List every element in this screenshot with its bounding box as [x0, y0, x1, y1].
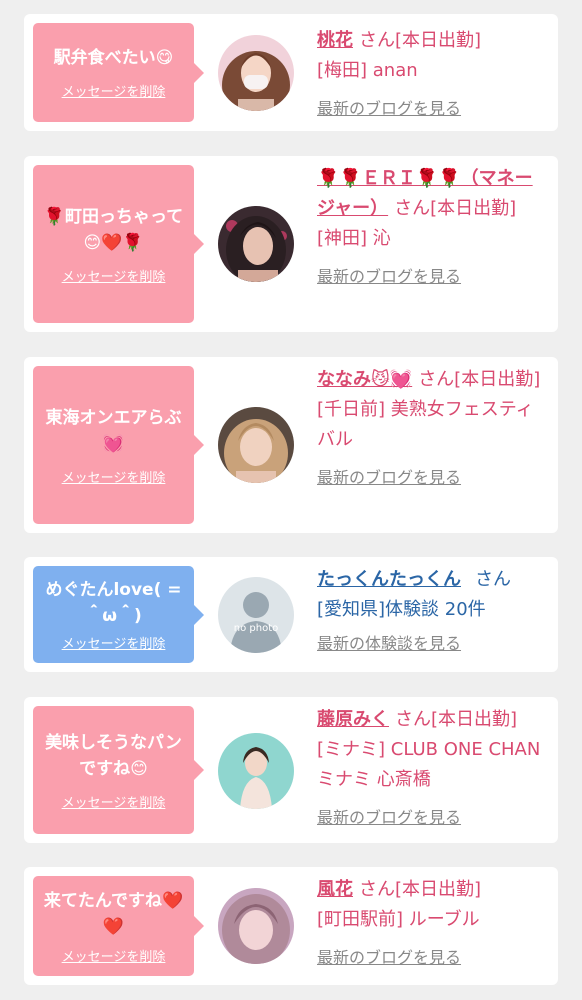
delete-message-link[interactable]: メッセージを削除: [62, 467, 166, 486]
no-photo-silhouette-icon: [218, 577, 294, 653]
profile-info: 藤原みく さん[本日出勤] [ミナミ] CLUB ONE CHAN ミナミ 心斎橋…: [317, 705, 549, 833]
delete-message-link[interactable]: メッセージを削除: [62, 792, 166, 811]
delete-message-link[interactable]: メッセージを削除: [62, 81, 166, 100]
profile-info: 🌹🌹ＥＲＩ🌹🌹（マネージャー） さん[本日出勤] [神田] 沁 最新のブログを見る: [317, 164, 549, 292]
delete-message-link[interactable]: メッセージを削除: [62, 266, 166, 285]
delete-message-link[interactable]: メッセージを削除: [62, 946, 166, 965]
shop-text: [ミナミ] CLUB ONE CHAN ミナミ 心斎橋: [317, 739, 541, 790]
message-card: 東海オンエアらぶ💓 メッセージを削除 ななみ😼💓 さん[本日出勤] [千日前] 美…: [24, 357, 558, 533]
latest-blog-link[interactable]: 最新のブログを見る: [317, 943, 549, 973]
shop-text: [梅田] anan: [317, 60, 418, 81]
message-card: 来てたんですね❤️❤️ メッセージを削除 風花 さん[本日出勤] [町田駅前] ル…: [24, 867, 558, 985]
delete-message-link[interactable]: メッセージを削除: [62, 633, 166, 652]
latest-blog-link[interactable]: 最新のブログを見る: [317, 463, 549, 493]
status-text: さん: [475, 569, 511, 590]
message-bubble: 🌹町田っちゃって😊❤️🌹 メッセージを削除: [33, 165, 204, 323]
avatar[interactable]: no photo: [218, 577, 294, 653]
no-photo-text: no photo: [233, 623, 279, 634]
message-bubble: 来てたんですね❤️❤️ メッセージを削除: [33, 876, 204, 976]
message-card: 🌹町田っちゃって😊❤️🌹 メッセージを削除 🌹🌹ＥＲＩ🌹🌹（マネージャー） さん[…: [24, 156, 558, 332]
shop-text: [千日前] 美熟女フェスティバル: [317, 399, 534, 450]
message-card: 美味しそうなパンですね😊 メッセージを削除 藤原みく さん[本日出勤] [ミナミ]…: [24, 697, 558, 843]
status-text: さん[本日出勤]: [418, 369, 541, 390]
status-text: さん[本日出勤]: [359, 879, 482, 900]
message-text: 駅弁食べたい😋: [53, 48, 174, 68]
message-text: 🌹町田っちゃって😊❤️🌹: [43, 206, 184, 253]
woman-photo-icon: [218, 206, 294, 282]
profile-name-link[interactable]: 風花: [317, 879, 353, 900]
message-card: 駅弁食べたい😋 メッセージを削除 桃花 さん[本日出勤] [梅田] anan 最新…: [24, 14, 558, 131]
woman-photo-icon: [218, 407, 294, 483]
avatar[interactable]: [218, 35, 294, 111]
message-bubble: 美味しそうなパンですね😊 メッセージを削除: [33, 706, 204, 834]
message-text: めぐたんlove( = ＾ω＾): [45, 580, 182, 626]
status-text: さん[本日出勤]: [394, 198, 517, 219]
profile-info: 風花 さん[本日出勤] [町田駅前] ルーブル 最新のブログを見る: [317, 875, 549, 973]
message-bubble: 駅弁食べたい😋 メッセージを削除: [33, 23, 204, 122]
profile-info: ななみ😼💓 さん[本日出勤] [千日前] 美熟女フェスティバル 最新のブログを見る: [317, 365, 549, 493]
message-text: 来てたんですね❤️❤️: [43, 890, 184, 937]
woman-photo-icon: [218, 733, 294, 809]
status-text: さん[本日出勤]: [395, 709, 518, 730]
profile-name-link[interactable]: ななみ😼💓: [317, 369, 412, 390]
woman-with-mask-photo-icon: [218, 35, 294, 111]
avatar[interactable]: [218, 407, 294, 483]
status-text: さん[本日出勤]: [359, 30, 482, 51]
avatar[interactable]: [218, 888, 294, 964]
message-bubble: めぐたんlove( = ＾ω＾) メッセージを削除: [33, 566, 204, 663]
latest-review-link[interactable]: 最新の体験談を見る: [317, 629, 549, 659]
message-text: 美味しそうなパンですね😊: [45, 732, 182, 779]
profile-info: 桃花 さん[本日出勤] [梅田] anan 最新のブログを見る: [317, 26, 549, 124]
shop-text: [神田] 沁: [317, 228, 391, 249]
profile-name-link[interactable]: 桃花: [317, 30, 353, 51]
profile-name-link[interactable]: 藤原みく: [317, 709, 389, 730]
review-count-text: [愛知県]体験談 20件: [317, 599, 486, 620]
latest-blog-link[interactable]: 最新のブログを見る: [317, 262, 549, 292]
message-card: めぐたんlove( = ＾ω＾) メッセージを削除 no photo たっくんた…: [24, 557, 558, 672]
woman-photo-icon: [218, 888, 294, 964]
latest-blog-link[interactable]: 最新のブログを見る: [317, 94, 549, 124]
profile-info: たっくんたっくん さん [愛知県]体験談 20件 最新の体験談を見る: [317, 565, 549, 659]
latest-blog-link[interactable]: 最新のブログを見る: [317, 803, 549, 833]
avatar[interactable]: [218, 206, 294, 282]
message-text: 東海オンエアらぶ💓: [45, 407, 182, 454]
message-bubble: 東海オンエアらぶ💓 メッセージを削除: [33, 366, 204, 524]
profile-name-link[interactable]: たっくんたっくん: [317, 569, 461, 590]
shop-text: [町田駅前] ルーブル: [317, 909, 480, 930]
avatar[interactable]: [218, 733, 294, 809]
